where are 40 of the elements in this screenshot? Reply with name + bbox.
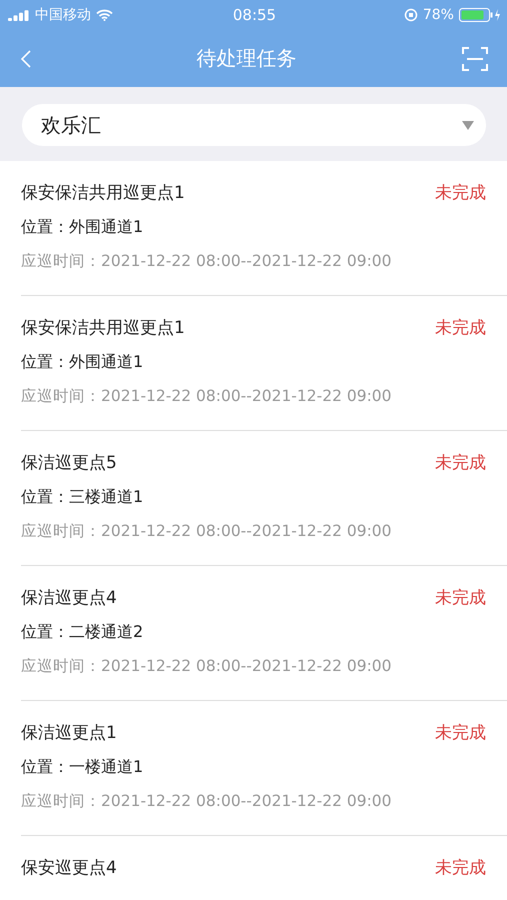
rotation-lock-icon xyxy=(404,8,418,22)
task-status: 未完成 xyxy=(435,452,486,474)
page-title: 待处理任务 xyxy=(196,45,296,72)
task-status: 未完成 xyxy=(435,182,486,204)
task-name: 保安保洁共用巡更点1 xyxy=(21,317,185,339)
task-name: 保安巡更点4 xyxy=(21,857,117,879)
task-item[interactable]: 保安保洁共用巡更点1 未完成 位置：外围通道1 应巡时间：2021-12-22 08:00--2021-12-22 09:00 xyxy=(21,296,507,431)
dropdown-icon xyxy=(462,120,474,130)
back-button[interactable] xyxy=(20,48,32,68)
task-time: 应巡时间：2021-12-22 08:00--2021-12-22 09:00 xyxy=(21,386,393,407)
task-location: 位置：二楼通道2 xyxy=(21,622,144,643)
task-status: 未完成 xyxy=(435,317,486,339)
task-name: 保洁巡更点1 xyxy=(21,722,117,744)
battery-percent: 78% xyxy=(422,7,454,23)
task-time: 应巡时间：2021-12-22 08:00--2021-12-22 09:00 xyxy=(21,251,393,272)
task-location: 位置：三楼通道1 xyxy=(21,487,144,508)
task-item[interactable]: 保洁巡更点4 未完成 位置：二楼通道2 应巡时间：2021-12-22 08:00--2021-12-22 09:00 xyxy=(21,566,507,701)
task-item[interactable]: 保洁巡更点1 未完成 位置：一楼通道1 应巡时间：2021-12-22 08:00--2021-12-22 09:00 xyxy=(21,701,507,836)
task-name: 保洁巡更点5 xyxy=(21,452,117,474)
task-status: 未完成 xyxy=(435,587,486,609)
task-time: 应巡时间：2021-12-22 08:00--2021-12-22 09:00 xyxy=(21,791,393,812)
battery-icon xyxy=(458,8,501,22)
wifi-icon xyxy=(96,9,113,21)
task-name: 保安保洁共用巡更点1 xyxy=(21,182,185,204)
task-location: 位置：外围通道1 xyxy=(21,217,144,238)
signal-icon xyxy=(8,10,30,20)
task-item[interactable]: 保安巡更点4 未完成 xyxy=(21,836,507,900)
task-status: 未完成 xyxy=(435,857,486,879)
task-item[interactable]: 保安保洁共用巡更点1 未完成 位置：外围通道1 应巡时间：2021-12-22 08:00--2021-12-22 09:00 xyxy=(21,161,507,296)
task-time: 应巡时间：2021-12-22 08:00--2021-12-22 09:00 xyxy=(21,521,393,542)
task-location: 位置：一楼通道1 xyxy=(21,757,144,778)
status-time: 08:55 xyxy=(232,6,276,24)
location-select[interactable]: 欢乐汇 xyxy=(22,104,486,146)
scan-button[interactable] xyxy=(461,44,489,72)
task-name: 保洁巡更点4 xyxy=(21,587,117,609)
task-time: 应巡时间：2021-12-22 08:00--2021-12-22 09:00 xyxy=(21,656,393,677)
task-status: 未完成 xyxy=(435,722,486,744)
carrier-name: 中国移动 xyxy=(35,6,91,24)
task-location: 位置：外围通道1 xyxy=(21,352,144,373)
task-item[interactable]: 保洁巡更点5 未完成 位置：三楼通道1 应巡时间：2021-12-22 08:00--2021-12-22 09:00 xyxy=(21,431,507,566)
